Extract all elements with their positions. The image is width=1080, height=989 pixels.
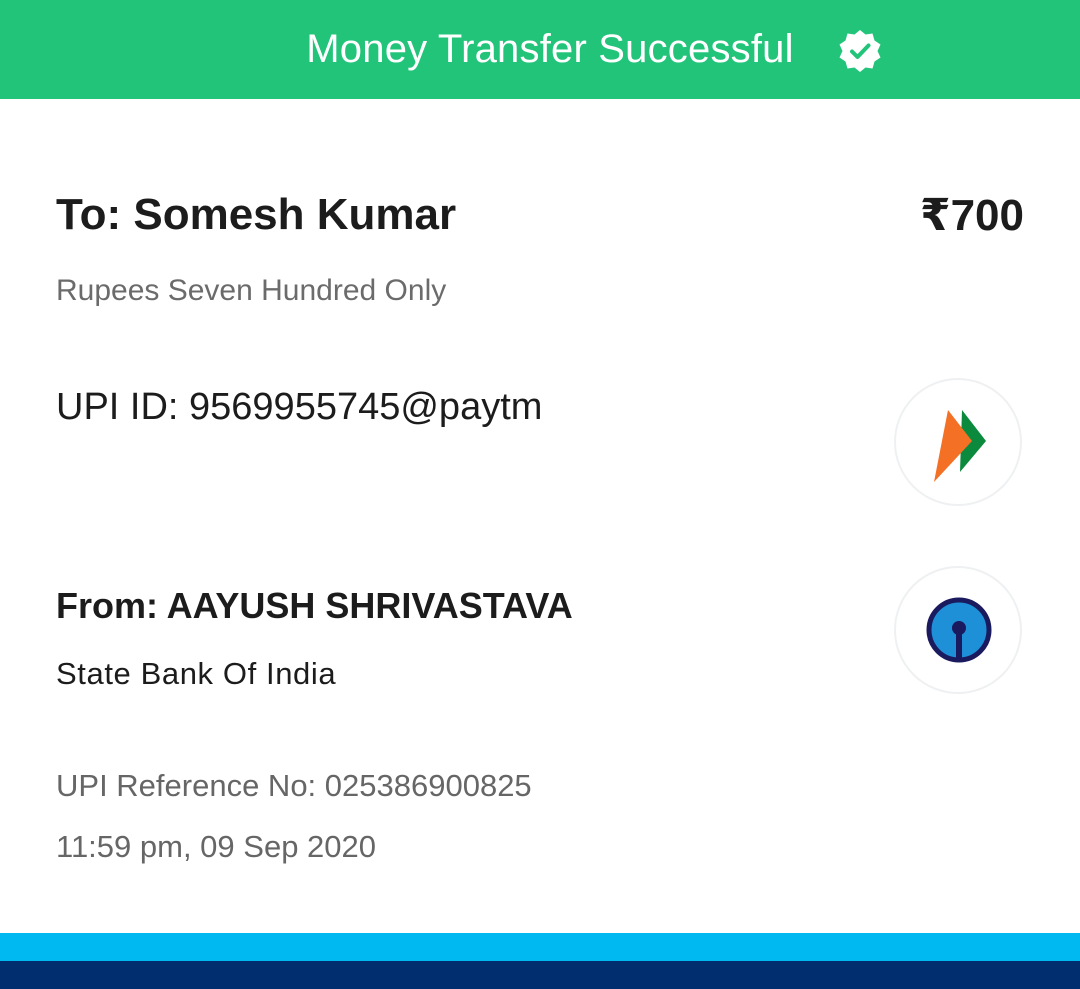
footer-band-light (0, 933, 1080, 961)
sender-bank: State Bank Of India (56, 656, 337, 691)
sender-name: From: AAYUSH SHRIVASTAVA (56, 585, 573, 626)
recipient-name: To: Somesh Kumar (56, 190, 457, 239)
payment-receipt: Money Transfer Successful To: Somesh Kum… (0, 0, 1080, 989)
footer-band-dark (0, 961, 1080, 989)
upi-id: UPI ID: 9569955745@paytm (56, 386, 543, 428)
transaction-datetime: 11:59 pm, 09 Sep 2020 (56, 829, 377, 864)
sbi-logo-icon (894, 566, 1022, 694)
header-title: Money Transfer Successful (306, 27, 794, 71)
upi-logo-icon (894, 378, 1022, 506)
upi-reference-number: UPI Reference No: 025386900825 (56, 768, 532, 803)
amount: ₹700 (919, 191, 1024, 240)
success-header: Money Transfer Successful (0, 0, 1080, 99)
verified-check-icon (836, 27, 884, 75)
amount-in-words: Rupees Seven Hundred Only (56, 274, 447, 307)
